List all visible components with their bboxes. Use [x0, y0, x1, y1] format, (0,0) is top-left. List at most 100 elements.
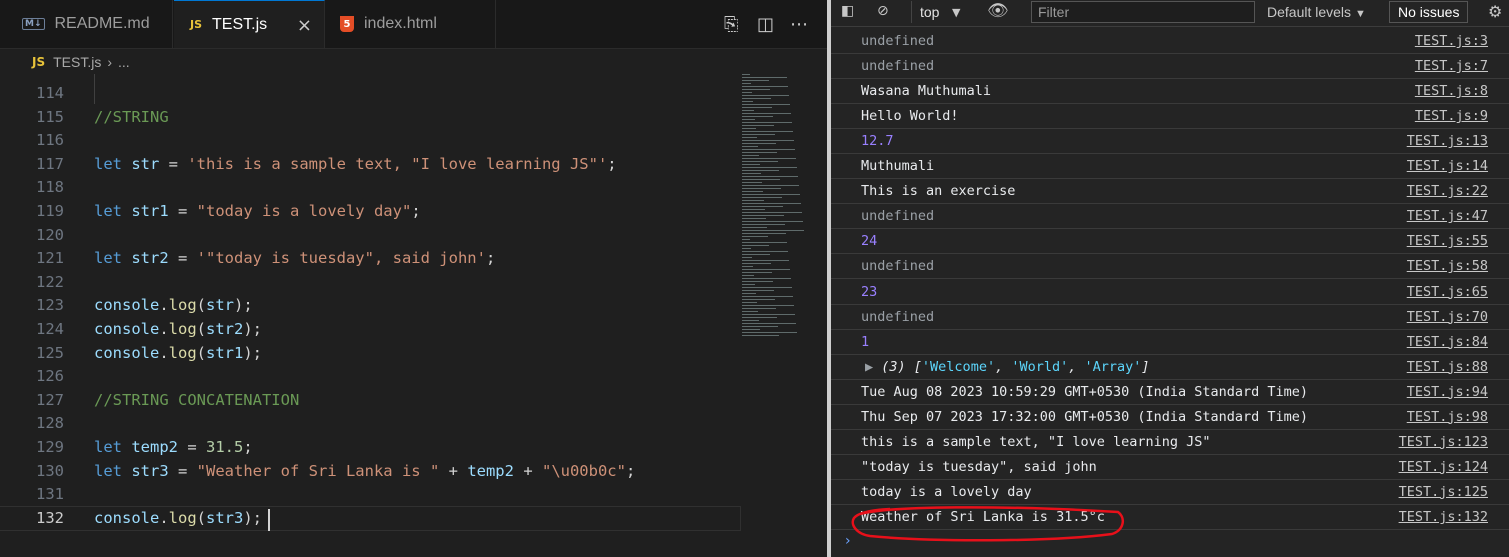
source-link[interactable]: TEST.js:8: [1415, 79, 1488, 103]
code-line[interactable]: 121 let str2 = '"today is tuesday", said …: [0, 247, 740, 270]
tab-readme[interactable]: M↓ README.md: [8, 0, 173, 48]
code-line[interactable]: 120: [0, 224, 740, 247]
source-link[interactable]: TEST.js:58: [1407, 254, 1488, 278]
console-message[interactable]: This is an exercise TEST.js:22: [831, 179, 1509, 205]
minimap-line: [742, 185, 799, 186]
console-message[interactable]: today is a lovely day TEST.js:125: [831, 480, 1509, 505]
console-message[interactable]: undefined TEST.js:70: [831, 305, 1509, 330]
source-link[interactable]: TEST.js:14: [1407, 154, 1488, 178]
minimap-line: [742, 275, 754, 276]
code-line[interactable]: 131: [0, 483, 740, 506]
console-message[interactable]: Wasana Muthumali TEST.js:8: [831, 79, 1509, 105]
console-message[interactable]: 23 TEST.js:65: [831, 280, 1509, 305]
line-text: console.log(str1);: [94, 342, 262, 365]
code-line[interactable]: 122: [0, 271, 740, 294]
clear-console-icon[interactable]: ⊘: [877, 3, 889, 19]
console-message[interactable]: undefined TEST.js:47: [831, 204, 1509, 230]
code-line[interactable]: 129 let temp2 = 31.5;: [0, 436, 740, 459]
code-line[interactable]: 126: [0, 365, 740, 388]
console-message[interactable]: 12.7 TEST.js:13: [831, 129, 1509, 155]
code-line[interactable]: 117 let str = 'this is a sample text, "I …: [0, 153, 740, 176]
minimap-line: [742, 290, 774, 291]
operator: =: [159, 154, 188, 173]
minimap-line: [742, 317, 777, 318]
source-link[interactable]: TEST.js:132: [1399, 505, 1488, 529]
console-message[interactable]: this is a sample text, "I love learning …: [831, 430, 1509, 455]
source-link[interactable]: TEST.js:125: [1399, 480, 1488, 504]
source-link[interactable]: TEST.js:123: [1399, 430, 1488, 454]
source-link[interactable]: TEST.js:55: [1407, 229, 1488, 253]
code-line[interactable]: 118: [0, 176, 740, 199]
console-message[interactable]: 24 TEST.js:55: [831, 229, 1509, 255]
code-line[interactable]: 127 //STRING CONCATENATION: [0, 389, 740, 412]
source-link[interactable]: TEST.js:124: [1399, 455, 1488, 479]
object: console: [94, 320, 160, 338]
minimap-line: [742, 149, 795, 150]
split-editor-icon[interactable]: ◫: [757, 14, 774, 35]
message-text: Tue Aug 08 2023 10:59:29 GMT+0530 (India…: [861, 383, 1309, 400]
variable: temp2: [131, 438, 179, 456]
source-link[interactable]: TEST.js:84: [1407, 330, 1488, 354]
chevron-down-icon[interactable]: ▼: [952, 6, 960, 19]
console-message[interactable]: 1 TEST.js:84: [831, 330, 1509, 355]
code-line[interactable]: 115 //STRING: [0, 106, 740, 129]
console-message[interactable]: Hello World! TEST.js:9: [831, 104, 1509, 130]
code-line[interactable]: 114: [0, 82, 740, 105]
minimap[interactable]: [740, 74, 810, 344]
source-link[interactable]: TEST.js:7: [1415, 54, 1488, 78]
console-message[interactable]: "today is tuesday", said john TEST.js:124: [831, 455, 1509, 480]
paren: (: [196, 508, 207, 527]
minimap-line: [742, 113, 791, 114]
code-line[interactable]: 123 console.log(str);: [0, 294, 740, 317]
breadcrumb-file[interactable]: TEST.js: [53, 54, 101, 70]
minimap-line: [742, 167, 797, 168]
close-tab-icon[interactable]: ×: [297, 15, 312, 36]
source-link[interactable]: TEST.js:88: [1407, 355, 1488, 379]
more-actions-icon[interactable]: ⋯: [790, 14, 808, 35]
eye-icon[interactable]: 👁: [987, 1, 1009, 21]
tab-test-js[interactable]: JS TEST.js ×: [174, 0, 325, 48]
message-text: today is a lovely day: [861, 483, 1032, 500]
open-changes-icon[interactable]: ⎘: [724, 14, 738, 35]
tab-index-html[interactable]: 5 index.html: [326, 0, 496, 48]
context-select[interactable]: top: [920, 4, 939, 20]
filter-input[interactable]: Filter: [1031, 1, 1255, 23]
source-link[interactable]: TEST.js:9: [1415, 104, 1488, 128]
javascript-file-icon: JS: [32, 55, 46, 69]
operator: =: [178, 438, 207, 456]
source-link[interactable]: TEST.js:13: [1407, 129, 1488, 153]
code-line[interactable]: 132 console.log(str3);: [0, 505, 741, 531]
code-line[interactable]: 130 let str3 = "Weather of Sri Lanka is "…: [0, 460, 740, 483]
source-link[interactable]: TEST.js:94: [1407, 380, 1488, 404]
console-message[interactable]: undefined TEST.js:3: [831, 29, 1509, 54]
minimap-line: [742, 89, 770, 90]
console-message[interactable]: undefined TEST.js:7: [831, 54, 1509, 80]
log-levels-dropdown[interactable]: Default levels ▼: [1267, 4, 1366, 20]
minimap-line: [742, 218, 766, 219]
console-message[interactable]: Tue Aug 08 2023 10:59:29 GMT+0530 (India…: [831, 380, 1509, 405]
code-line[interactable]: 128: [0, 412, 740, 435]
source-link[interactable]: TEST.js:47: [1407, 204, 1488, 228]
issues-button[interactable]: No issues: [1389, 1, 1469, 23]
source-link[interactable]: TEST.js:65: [1407, 280, 1488, 304]
console-message[interactable]: undefined TEST.js:58: [831, 254, 1509, 280]
code-line[interactable]: 125 console.log(str1);: [0, 342, 740, 365]
line-number: 125: [36, 343, 64, 362]
code-line[interactable]: 119 let str1 = "today is a lovely day";: [0, 200, 740, 223]
sidebar-toggle-icon[interactable]: ◧: [841, 3, 854, 19]
code-line[interactable]: 116: [0, 129, 740, 152]
code-line[interactable]: 124 console.log(str2);: [0, 318, 740, 341]
console-message[interactable]: ▶ (3) ['Welcome', 'World', 'Array'] TEST.…: [831, 355, 1509, 380]
settings-gear-icon[interactable]: ⚙: [1488, 2, 1502, 21]
breadcrumb-more[interactable]: ...: [118, 54, 130, 70]
source-link[interactable]: TEST.js:98: [1407, 405, 1488, 429]
source-link[interactable]: TEST.js:70: [1407, 305, 1488, 329]
source-link[interactable]: TEST.js:3: [1415, 29, 1488, 53]
message-text: Muthumali: [861, 158, 935, 175]
source-link[interactable]: TEST.js:22: [1407, 179, 1488, 203]
dot: .: [159, 296, 169, 315]
message-text: 1: [861, 333, 870, 350]
console-message[interactable]: Muthumali TEST.js:14: [831, 154, 1509, 180]
paren: );: [243, 343, 263, 362]
console-message[interactable]: Thu Sep 07 2023 17:32:00 GMT+0530 (India…: [831, 405, 1509, 430]
